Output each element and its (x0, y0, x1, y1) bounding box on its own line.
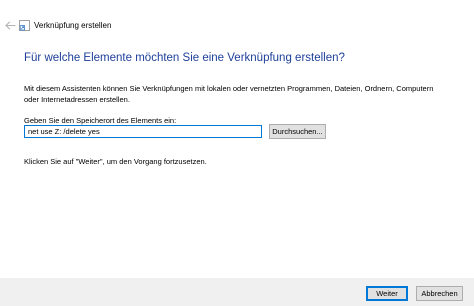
cancel-button[interactable]: Abbrechen (416, 286, 463, 301)
intro-text: Mit diesem Assistenten können Sie Verknü… (24, 84, 434, 104)
location-input[interactable] (24, 125, 262, 138)
back-arrow-icon (4, 20, 15, 30)
next-button[interactable]: Weiter (366, 286, 408, 301)
shortcut-icon (19, 20, 30, 31)
back-button[interactable] (3, 18, 17, 32)
create-shortcut-dialog: Verknüpfung erstellen Für welche Element… (0, 0, 474, 306)
title-bar: Verknüpfung erstellen (0, 0, 474, 40)
browse-button[interactable]: Durchsuchen... (269, 124, 326, 139)
continue-hint: Klicken Sie auf "Weiter", um den Vorgang… (24, 157, 207, 166)
window-title: Verknüpfung erstellen (34, 21, 112, 30)
page-heading: Für welche Elemente möchten Sie eine Ver… (24, 52, 345, 64)
